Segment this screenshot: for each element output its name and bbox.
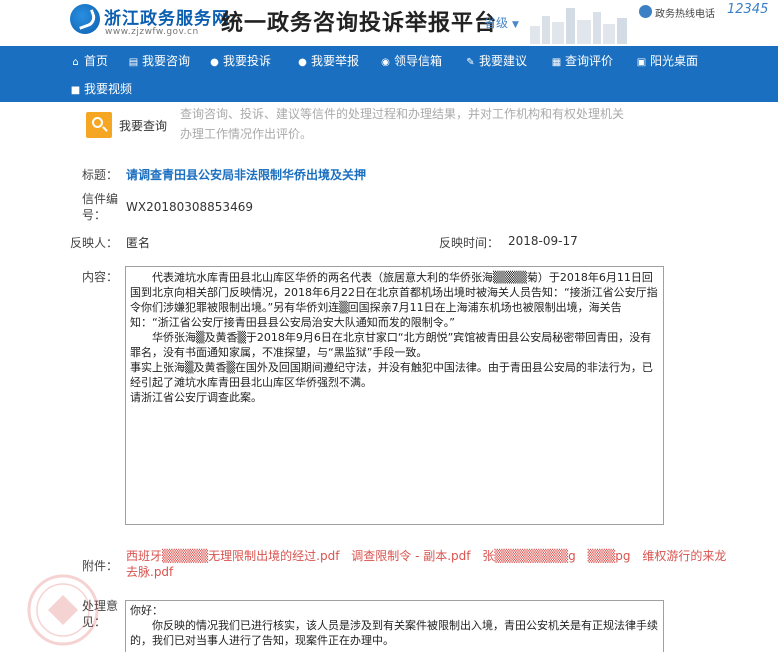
reporter-value: 匿名 xyxy=(126,236,151,250)
attachment-link[interactable]: 西班牙▒▒▒▒▒无理限制出境的经过.pdf xyxy=(126,549,339,563)
content-paragraph: 华侨张海▒及黄香▒于2018年9月6日在北京甘家口“北方朗悦”宾馆被青田县公安局… xyxy=(130,331,652,359)
letter-title: 请调查青田县公安局非法限制华侨出境及关押 xyxy=(126,168,367,182)
message-icon: ◉ xyxy=(381,57,390,68)
nav-complaint[interactable]: ● 我要投诉 xyxy=(209,52,271,69)
site-url: www.zjzwfw.gov.cn xyxy=(105,27,199,37)
watermark-seal-icon xyxy=(27,574,99,646)
attachment-link[interactable]: 张▒▒▒▒▒▒▒▒g xyxy=(482,549,575,563)
search-icon[interactable] xyxy=(86,112,112,138)
content-label: 内容： xyxy=(82,270,119,284)
nav-report[interactable]: ● 我要举报 xyxy=(297,52,359,69)
letter-content-textarea[interactable]: 代表滩坑水库青田县北山库区华侨的两名代表（旅居意大利的华侨张海▒▒▒▒菊）于20… xyxy=(125,266,664,525)
nav-row-secondary: ■ 我要视频 xyxy=(0,74,778,101)
list-icon: ▦ xyxy=(551,57,562,68)
nav-row-primary: ⌂ 首页 ▤ 我要咨询 ● 我要投诉 ● 我要举报 ◉ 领导信箱 ✎ 我要建议 ▦ 查询评价 … xyxy=(0,46,778,73)
reply-content-textarea[interactable]: 你好： 你反映的情况我们已进行核实，该人员是涉及到有关案件被限制出入境，青田公安… xyxy=(125,600,664,652)
region-selector[interactable]: 省级 ▼ xyxy=(484,14,519,31)
title-label: 标题： xyxy=(82,168,119,182)
video-icon: ■ xyxy=(70,85,81,96)
content-paragraph: 请浙江省公安厅调查此案。 xyxy=(130,391,262,404)
reply-paragraph: 你反映的情况我们已进行核实，该人员是涉及到有关案件被限制出入境，青田公安机关是有… xyxy=(130,619,658,647)
attachment-list: 西班牙▒▒▒▒▒无理限制出境的经过.pdf 调查限制令 - 副本.pdf 张▒▒… xyxy=(126,548,736,580)
query-description: 查询咨询、投诉、建议等信件的处理过程和办理结果，并对工作机构和有权处理机关办理工… xyxy=(180,107,625,141)
nav-leader-mailbox[interactable]: ◉ 领导信箱 xyxy=(380,52,442,69)
hotline-number[interactable]: 12345 xyxy=(727,2,768,17)
nav-video[interactable]: ■ 我要视频 xyxy=(70,80,132,97)
attachment-link[interactable]: ▒▒▒pg xyxy=(588,549,631,563)
pencil-icon: ✎ xyxy=(466,57,475,68)
chevron-down-icon: ▼ xyxy=(512,20,519,30)
main-nav: ⌂ 首页 ▤ 我要咨询 ● 我要投诉 ● 我要举报 ◉ 领导信箱 ✎ 我要建议 ▦ 查询评价 … xyxy=(0,46,778,102)
nav-consult[interactable]: ▤ 我要咨询 xyxy=(128,52,190,69)
report-time-value: 2018-09-17 xyxy=(508,234,578,248)
desktop-icon: ▣ xyxy=(636,57,647,68)
nav-sunshine-desktop[interactable]: ▣ 阳光桌面 xyxy=(636,52,698,69)
platform-title: 统一政务咨询投诉举报平台 xyxy=(221,11,498,36)
nav-suggestion[interactable]: ✎ 我要建议 xyxy=(465,52,527,69)
report-time-label: 反映时间： xyxy=(439,236,500,250)
reporter-label: 反映人： xyxy=(70,236,119,250)
region-selector-label: 省级 xyxy=(484,16,509,30)
query-notice: 我要查询 查询咨询、投诉、建议等信件的处理过程和办理结果，并对工作机构和有权处理… xyxy=(62,102,718,152)
site-header: 浙江政务服务网 www.zjzwfw.gov.cn 统一政务咨询投诉举报平台 省… xyxy=(0,0,778,46)
home-icon: ⌂ xyxy=(72,57,79,68)
nav-home[interactable]: ⌂ 首页 xyxy=(70,52,108,69)
content-paragraph: 事实上张海▒及黄香▒在国外及回国期间遵纪守法，并没有触犯中国法律。由于青田县公安… xyxy=(130,361,653,389)
nav-query-evaluate[interactable]: ▦ 查询评价 xyxy=(551,52,613,69)
user-icon: ● xyxy=(298,57,307,68)
phone-icon xyxy=(639,5,652,18)
letter-number-label: 信件编号： xyxy=(82,192,119,222)
doc-icon: ▤ xyxy=(128,57,139,68)
attachment-link[interactable]: 调查限制令 - 副本.pdf xyxy=(351,549,470,563)
letter-number: WX20180308853469 xyxy=(126,200,253,214)
reply-paragraph: 你好： xyxy=(130,604,163,617)
skyline-decoration-icon xyxy=(530,8,627,44)
site-logo-icon[interactable] xyxy=(70,4,100,34)
content-paragraph: 代表滩坑水库青田县北山库区华侨的两名代表（旅居意大利的华侨张海▒▒▒▒菊）于20… xyxy=(130,271,658,329)
user-icon: ● xyxy=(210,57,219,68)
query-label[interactable]: 我要查询 xyxy=(119,117,167,134)
hotline-label: 政务热线电话 xyxy=(655,9,715,20)
site-logo-text[interactable]: 浙江政务服务网 xyxy=(104,4,230,29)
